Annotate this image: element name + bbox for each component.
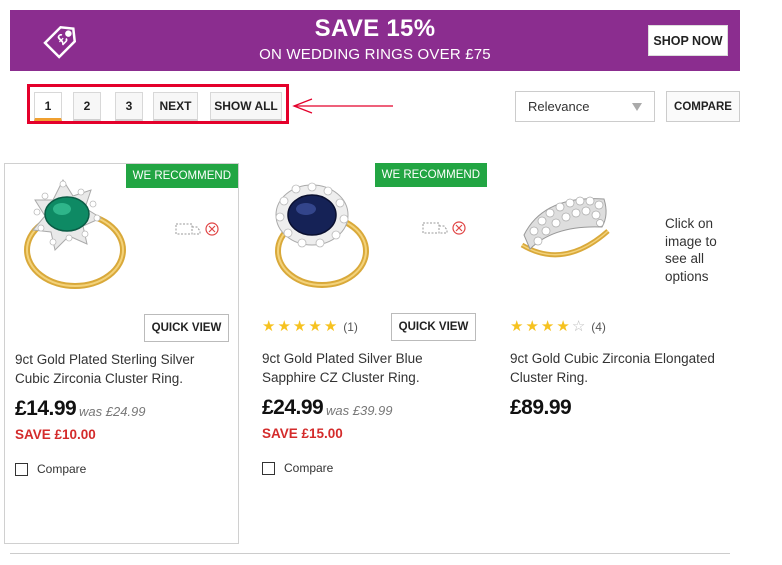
product-price: £24.99 [262, 396, 324, 419]
star-icon: ★ [510, 318, 524, 335]
star-icon: ★ [556, 318, 570, 335]
product-title[interactable]: 9ct Gold Plated Silver Blue Sapphire CZ … [262, 349, 477, 387]
star-icon: ★ [292, 318, 307, 335]
recommend-badge: WE RECOMMEND [125, 164, 238, 188]
sapphire-ring-image[interactable] [262, 171, 374, 293]
product-price: £14.99 [15, 397, 77, 420]
delivery-unavailable-icon [175, 222, 219, 236]
product-title[interactable]: 9ct Gold Plated Sterling Silver Cubic Zi… [15, 350, 230, 388]
quick-view-button[interactable]: QUICK VIEW [144, 314, 229, 342]
star-outline-icon: ☆ [571, 318, 586, 335]
checkbox-icon[interactable] [262, 461, 275, 475]
was-price: was £24.99 [79, 404, 146, 419]
view-options-note: Click on image to see all options [665, 216, 717, 284]
was-price: was £39.99 [326, 403, 393, 418]
show-all-button[interactable]: SHOW ALL [210, 92, 282, 121]
review-count: (4) [591, 320, 606, 334]
compare-label: Compare [284, 461, 334, 475]
star-icon: ★ [323, 318, 338, 335]
star-icon: ★ [540, 318, 555, 335]
cubic-zirconia-ring-image[interactable] [514, 175, 614, 275]
compare-button[interactable]: COMPARE [666, 91, 740, 122]
divider [10, 553, 730, 554]
page-2-button[interactable]: 2 [73, 92, 101, 121]
banner-subline: ON WEDDING RINGS OVER £75 [259, 46, 491, 63]
annotation-arrow-icon [292, 98, 393, 114]
compare-checkbox[interactable]: Compare [262, 461, 333, 475]
recommend-badge: WE RECOMMEND [374, 163, 487, 187]
star-icon: ★ [525, 318, 539, 335]
compare-label: Compare [37, 462, 87, 476]
review-count: (1) [343, 320, 358, 334]
compare-checkbox[interactable]: Compare [15, 462, 86, 476]
emerald-ring-image[interactable] [15, 172, 127, 294]
save-amount: SAVE £15.00 [262, 426, 343, 441]
shop-now-button[interactable]: SHOP NOW [648, 25, 728, 56]
dropdown-caret-icon [632, 103, 642, 111]
rating-stars[interactable]: ★ ★ ★ ★ ☆ (4) [510, 318, 606, 336]
quick-view-button[interactable]: QUICK VIEW [391, 313, 476, 341]
product-card: WE RECOMMEND QUICK VIEW 9ct Gold Plated … [4, 163, 239, 544]
star-icon: ★ [277, 318, 291, 335]
page-1-button[interactable]: 1 [34, 92, 62, 121]
delivery-unavailable-icon [422, 221, 466, 235]
promo-banner[interactable]: £ SAVE 15% ON WEDDING RINGS OVER £75 SHO… [10, 10, 740, 71]
sort-selected-value: Relevance [528, 99, 590, 114]
product-price: £89.99 [510, 396, 572, 419]
checkbox-icon[interactable] [15, 462, 28, 476]
sort-select[interactable]: Relevance [515, 91, 655, 122]
rating-stars[interactable]: ★ ★ ★ ★ ★ (1) [262, 318, 358, 336]
star-icon: ★ [262, 318, 276, 335]
save-amount: SAVE £10.00 [15, 427, 96, 442]
product-title[interactable]: 9ct Gold Cubic Zirconia Elongated Cluste… [510, 349, 725, 387]
page-3-button[interactable]: 3 [115, 92, 143, 121]
banner-headline: SAVE 15% [314, 15, 436, 42]
star-icon: ★ [308, 318, 322, 335]
next-page-button[interactable]: NEXT [153, 92, 198, 121]
product-card: WE RECOMMEND ★ ★ ★ ★ ★ (1) QUICK VIEW 9c… [252, 163, 487, 544]
